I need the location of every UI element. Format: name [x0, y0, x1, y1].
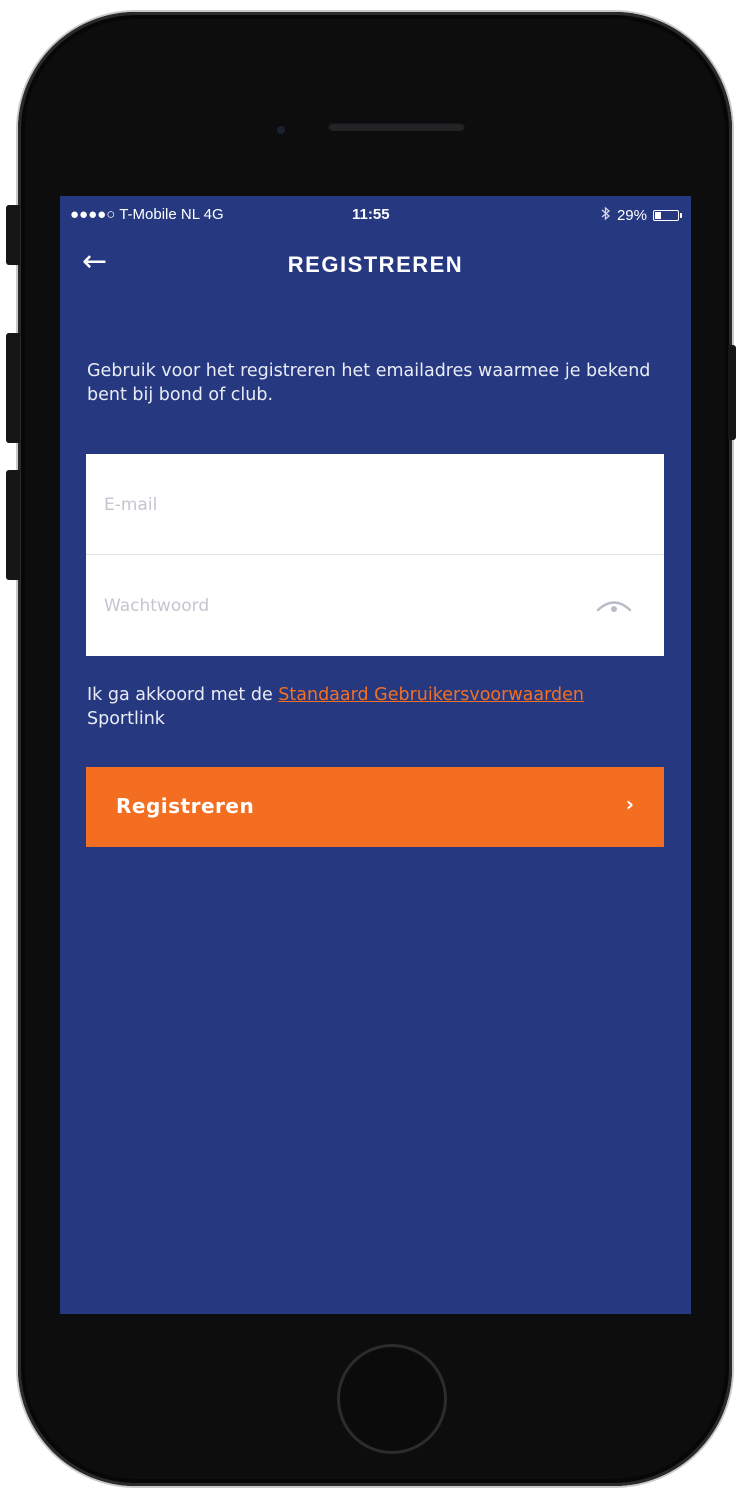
page-title: REGISTREREN: [287, 252, 464, 277]
clock: 11:55: [352, 206, 390, 223]
navigation-bar: ← REGISTREREN: [60, 234, 691, 296]
terms-link[interactable]: Standaard Gebruikersvoorwaarden: [278, 685, 584, 705]
registration-form: [86, 454, 664, 656]
email-field-row: [86, 454, 664, 555]
email-input[interactable]: [102, 484, 586, 526]
terms-text: Ik ga akkoord met de Standaard Gebruiker…: [87, 683, 647, 731]
battery-percent: 29%: [616, 207, 647, 224]
power-button: [728, 345, 736, 440]
terms-prefix: Ik ga akkoord met de: [87, 685, 279, 705]
terms-suffix: Sportlink: [87, 709, 165, 729]
volume-up-button: [6, 333, 20, 443]
home-button[interactable]: [337, 1344, 447, 1454]
mute-switch: [6, 205, 20, 265]
password-input[interactable]: [102, 585, 586, 627]
battery-icon: [653, 210, 682, 221]
status-right: 29%: [601, 206, 682, 225]
volume-down-button: [6, 470, 20, 580]
earpiece-speaker: [328, 122, 465, 131]
bluetooth-icon: [601, 206, 611, 225]
app-screen: ●●●●○ T-Mobile NL 4G 11:55 29% ← REGISTR…: [60, 196, 691, 1314]
front-camera: [275, 124, 287, 136]
status-bar: ●●●●○ T-Mobile NL 4G 11:55 29%: [60, 196, 691, 234]
chevron-right-icon: ›: [625, 792, 634, 816]
eye-icon[interactable]: [594, 593, 634, 617]
password-field-row: [86, 555, 664, 655]
intro-text: Gebruik voor het registreren het emailad…: [87, 361, 651, 405]
register-button-label: Registreren: [116, 794, 255, 818]
battery-fill: [655, 212, 661, 219]
register-button[interactable]: Registreren ›: [86, 767, 664, 847]
carrier-label: ●●●●○ T-Mobile NL 4G: [70, 206, 224, 223]
